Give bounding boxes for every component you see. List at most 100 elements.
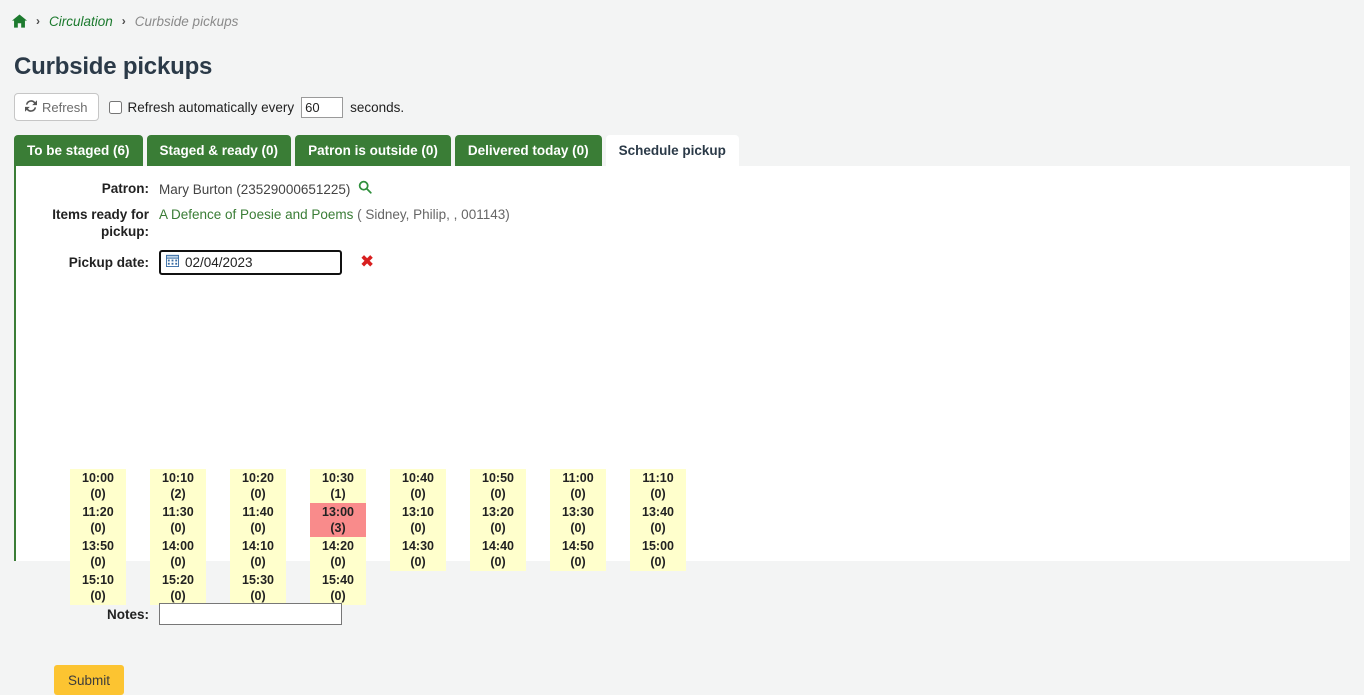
slot-time: 11:30 (150, 504, 206, 520)
patron-row: Patron: Mary Burton (23529000651225) (16, 180, 1350, 198)
time-slot-selected[interactable]: 13:00 (3) (310, 503, 366, 537)
time-slot[interactable]: 10:50 (0) (470, 469, 526, 503)
items-ready-value-group: A Defence of Poesie and Poems ( Sidney, … (159, 206, 510, 223)
slot-count: (0) (390, 520, 446, 536)
tab-to-be-staged[interactable]: To be staged (6) (14, 135, 143, 166)
time-slot[interactable]: 11:20 (0) (70, 503, 126, 537)
page-title: Curbside pickups (14, 53, 1364, 81)
time-slot[interactable]: 13:20 (0) (470, 503, 526, 537)
breadcrumb-separator-1: › (34, 14, 42, 28)
refresh-icon (25, 100, 37, 115)
time-slot[interactable]: 14:20 (0) (310, 537, 366, 571)
slot-count: (0) (630, 520, 686, 536)
slot-count: (0) (550, 520, 606, 536)
time-slot[interactable]: 11:30 (0) (150, 503, 206, 537)
slot-count: (0) (70, 486, 126, 502)
time-slot-grid: 10:00 (0) 11:20 (0) 13:50 (0) 15:10 (0) … (70, 469, 686, 605)
slot-count: (0) (470, 520, 526, 536)
slot-column: 10:00 (0) 11:20 (0) 13:50 (0) 15:10 (0) (70, 469, 126, 605)
time-slot[interactable]: 14:40 (0) (470, 537, 526, 571)
search-icon[interactable] (358, 180, 372, 198)
slot-column: 10:40 (0) 13:10 (0) 14:30 (0) (390, 469, 446, 605)
time-slot[interactable]: 13:40 (0) (630, 503, 686, 537)
home-icon[interactable] (12, 14, 27, 28)
slot-count: (0) (390, 554, 446, 570)
tab-delivered-today[interactable]: Delivered today (0) (455, 135, 602, 166)
breadcrumb: › Circulation › Curbside pickups (0, 0, 1364, 32)
slot-count: (0) (150, 554, 206, 570)
slot-column: 10:20 (0) 11:40 (0) 14:10 (0) 15:30 (0) (230, 469, 286, 605)
slot-time: 10:10 (150, 470, 206, 486)
auto-refresh-control: Refresh automatically every seconds. (109, 97, 405, 118)
time-slot[interactable]: 11:00 (0) (550, 469, 606, 503)
time-slot[interactable]: 15:40 (0) (310, 571, 366, 605)
notes-label: Notes: (16, 606, 159, 623)
time-slot[interactable]: 14:50 (0) (550, 537, 606, 571)
submit-button[interactable]: Submit (54, 665, 124, 695)
slot-time: 13:00 (310, 504, 366, 520)
time-slot[interactable]: 10:20 (0) (230, 469, 286, 503)
refresh-button-label: Refresh (42, 100, 88, 115)
time-slot[interactable]: 14:10 (0) (230, 537, 286, 571)
clear-date-icon[interactable]: ✖ (360, 254, 374, 271)
tab-patron-is-outside[interactable]: Patron is outside (0) (295, 135, 451, 166)
slot-time: 13:30 (550, 504, 606, 520)
time-slot[interactable]: 10:30 (1) (310, 469, 366, 503)
item-title-link[interactable]: A Defence of Poesie and Poems (159, 207, 353, 222)
breadcrumb-item-circulation[interactable]: Circulation (49, 14, 113, 29)
slot-time: 13:40 (630, 504, 686, 520)
calendar-icon[interactable] (166, 254, 179, 271)
time-slot[interactable]: 15:20 (0) (150, 571, 206, 605)
time-slot[interactable]: 14:30 (0) (390, 537, 446, 571)
slot-time: 14:30 (390, 538, 446, 554)
slot-count: (1) (310, 486, 366, 502)
auto-refresh-checkbox[interactable] (109, 101, 122, 114)
slot-count: (0) (630, 486, 686, 502)
refresh-seconds-input[interactable] (301, 97, 343, 118)
time-slot[interactable]: 11:10 (0) (630, 469, 686, 503)
tab-schedule-pickup[interactable]: Schedule pickup (606, 135, 739, 166)
slot-column: 10:10 (2) 11:30 (0) 14:00 (0) 15:20 (0) (150, 469, 206, 605)
slot-count: (0) (230, 588, 286, 604)
slot-time: 11:10 (630, 470, 686, 486)
time-slot[interactable]: 10:00 (0) (70, 469, 126, 503)
time-slot[interactable]: 10:40 (0) (390, 469, 446, 503)
slot-time: 11:00 (550, 470, 606, 486)
seconds-suffix-label: seconds. (350, 100, 404, 115)
slot-count: (0) (70, 588, 126, 604)
slot-time: 10:20 (230, 470, 286, 486)
patron-label: Patron: (16, 180, 159, 197)
time-slot[interactable]: 13:10 (0) (390, 503, 446, 537)
slot-time: 13:10 (390, 504, 446, 520)
refresh-button[interactable]: Refresh (14, 93, 99, 121)
slot-time: 10:30 (310, 470, 366, 486)
time-slot[interactable]: 13:30 (0) (550, 503, 606, 537)
pickup-form: Patron: Mary Burton (23529000651225) Ite… (16, 166, 1350, 275)
slot-count: (0) (550, 554, 606, 570)
slot-time: 14:50 (550, 538, 606, 554)
time-slot[interactable]: 10:10 (2) (150, 469, 206, 503)
slot-count: (0) (390, 486, 446, 502)
tab-staged-and-ready[interactable]: Staged & ready (0) (147, 135, 292, 166)
slot-column: 10:30 (1) 13:00 (3) 14:20 (0) 15:40 (0) (310, 469, 366, 605)
pickup-date-label: Pickup date: (16, 254, 159, 271)
slot-count: (0) (230, 520, 286, 536)
slot-time: 10:00 (70, 470, 126, 486)
auto-refresh-label: Refresh automatically every (128, 100, 295, 115)
time-slot[interactable]: 15:30 (0) (230, 571, 286, 605)
pickup-date-input[interactable]: 02/04/2023 (159, 250, 342, 275)
time-slot[interactable]: 14:00 (0) (150, 537, 206, 571)
slot-time: 10:50 (470, 470, 526, 486)
slot-count: (0) (470, 554, 526, 570)
time-slot[interactable]: 15:00 (0) (630, 537, 686, 571)
time-slot[interactable]: 11:40 (0) (230, 503, 286, 537)
notes-input[interactable] (159, 603, 342, 625)
time-slot[interactable]: 15:10 (0) (70, 571, 126, 605)
slot-time: 14:40 (470, 538, 526, 554)
slot-time: 15:00 (630, 538, 686, 554)
slot-time: 15:10 (70, 572, 126, 588)
refresh-toolbar: Refresh Refresh automatically every seco… (14, 93, 1364, 121)
slot-time: 10:40 (390, 470, 446, 486)
time-slot[interactable]: 13:50 (0) (70, 537, 126, 571)
items-ready-label: Items ready for pickup: (16, 206, 159, 240)
